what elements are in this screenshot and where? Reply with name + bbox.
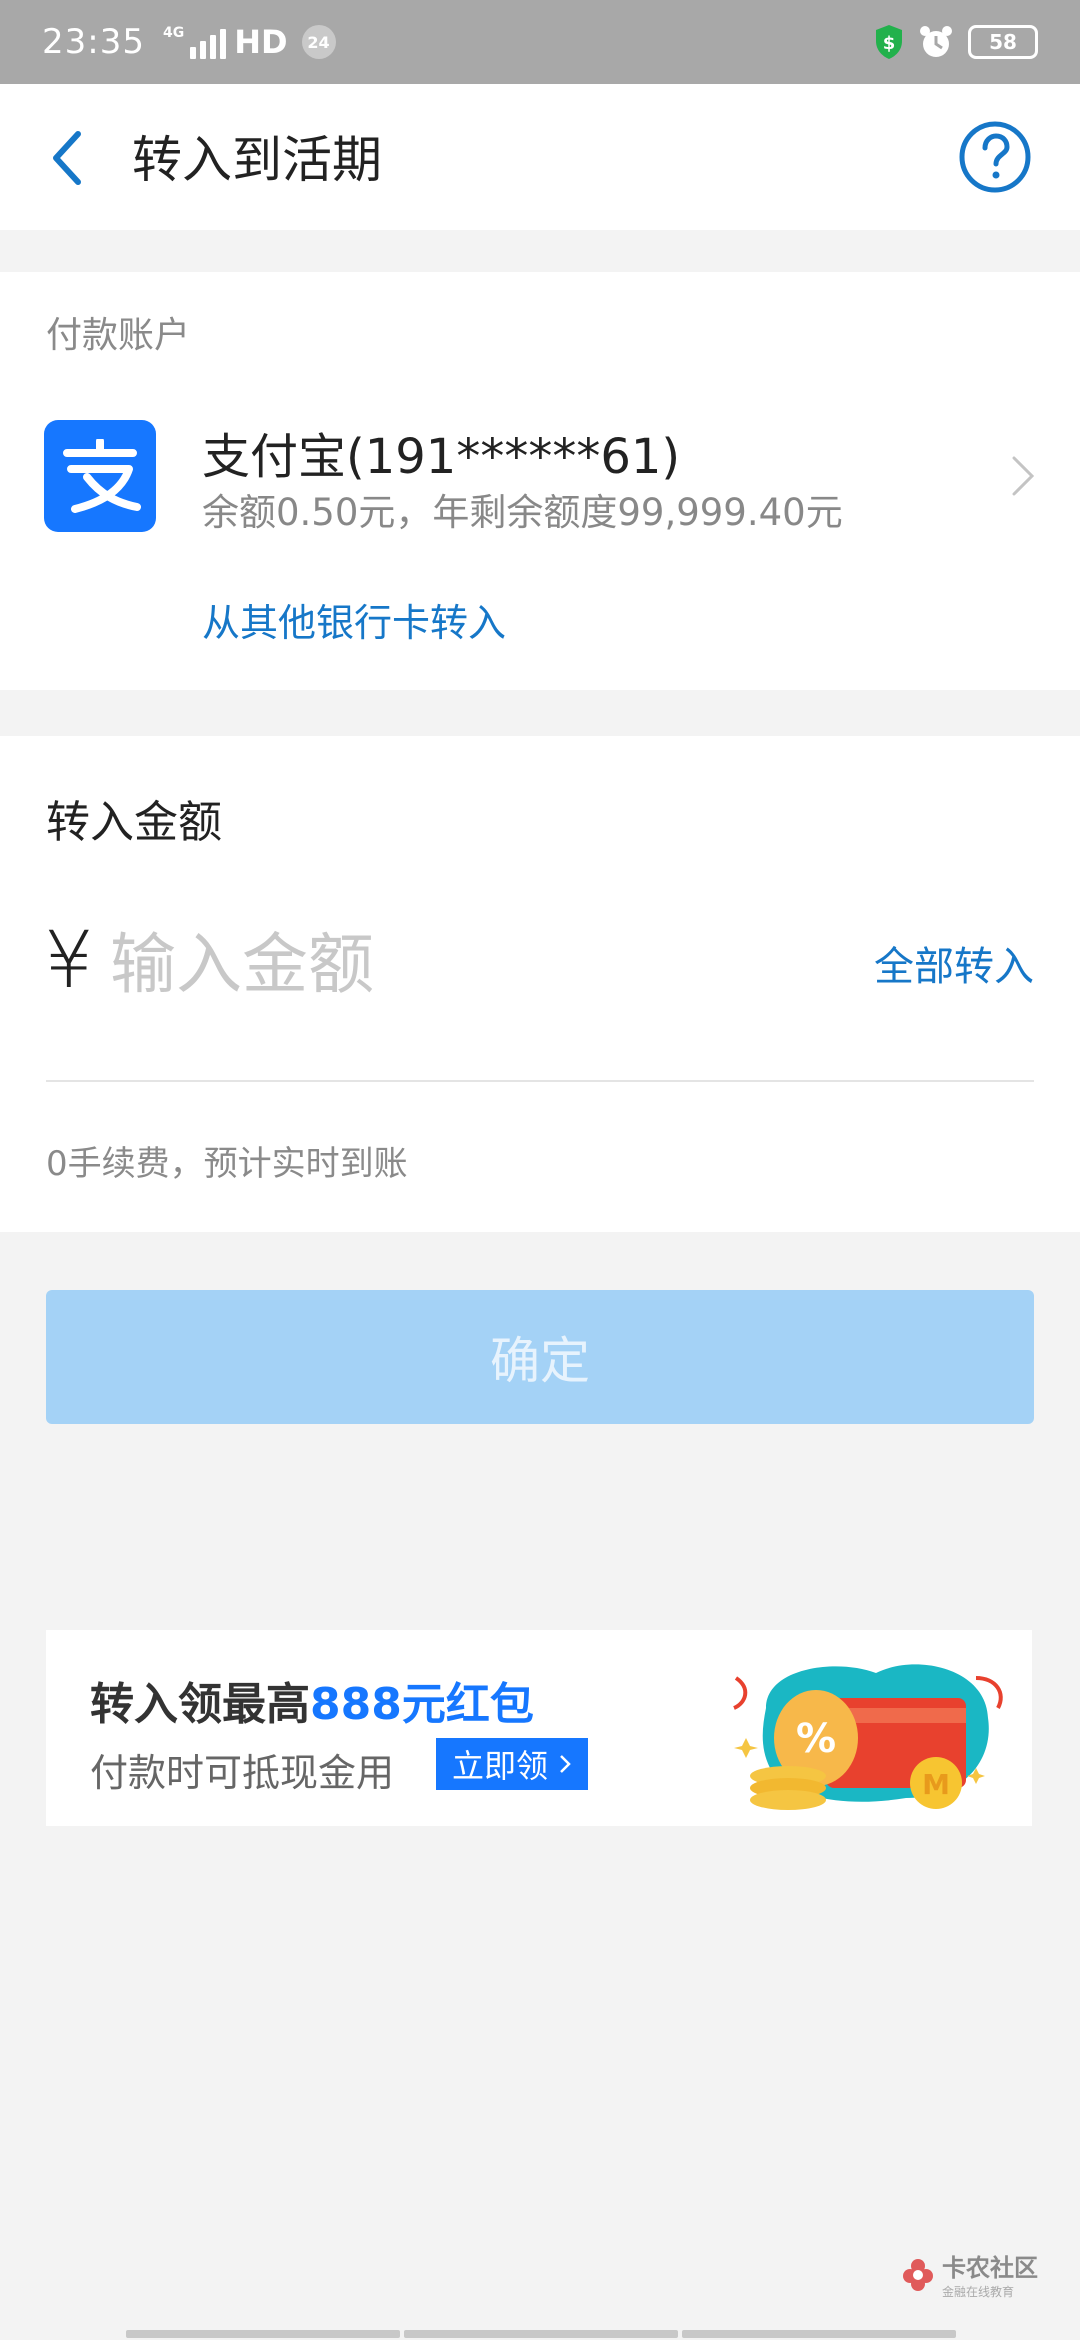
claim-now-button[interactable]: 立即领 <box>436 1738 589 1790</box>
page-title: 转入到活期 <box>132 131 382 189</box>
divider <box>46 1080 1034 1082</box>
chevron-left-icon[interactable] <box>44 128 94 188</box>
transfer-all-link[interactable]: 全部转入 <box>874 934 1034 992</box>
status-bar: 23:35 4G HD 24 $ 58 <box>0 0 1080 84</box>
amount-input[interactable] <box>110 918 810 1010</box>
nav-bar: 转入到活期 <box>0 84 1080 230</box>
svg-text:$: $ <box>883 33 896 54</box>
fee-note: 0手续费，预计实时到账 <box>46 1144 408 1184</box>
notification-badge: 24 <box>301 25 336 59</box>
flower-logo-icon <box>903 2259 933 2291</box>
confirm-button[interactable]: 确定 <box>46 1290 1034 1424</box>
red-envelope-illustration-icon: % M <box>733 1664 1003 1810</box>
svg-text:%: % <box>796 1716 836 1762</box>
promo-title-highlight: 888元红包 <box>310 1679 534 1730</box>
gesture-bar <box>126 2330 956 2338</box>
alipay-logo-icon <box>44 420 156 532</box>
svg-text:M: M <box>922 1768 950 1801</box>
signal-icon: 4G <box>162 25 227 59</box>
watermark-sub: 金融在线教育 <box>942 2285 1015 2299</box>
account-balance: 余额0.50元，年剩余额度99,999.40元 <box>202 491 843 534</box>
amount-label: 转入金额 <box>46 797 222 848</box>
section-label: 付款账户 <box>46 315 191 356</box>
payment-account-card: 付款账户 支付宝(191******61) 余额0.50元，年剩余额度99,99… <box>0 272 1080 690</box>
account-name[interactable]: 支付宝(191******61) <box>202 417 680 487</box>
currency-symbol: ¥ <box>44 916 94 1006</box>
promo-title: 转入领最高888元红包 <box>90 1668 534 1732</box>
battery-icon: 58 <box>968 25 1038 59</box>
status-time: 23:35 <box>42 22 145 62</box>
claim-now-label: 立即领 <box>452 1747 549 1785</box>
transfer-from-other-bank-link[interactable]: 从其他银行卡转入 <box>202 592 506 647</box>
shield-icon: $ <box>876 25 902 59</box>
chevron-right-icon <box>560 1755 571 1773</box>
network-type: 4G <box>162 25 185 41</box>
promo-subtitle: 付款时可抵现金用 <box>90 1751 395 1795</box>
alarm-icon <box>920 26 952 57</box>
hd-indicator: HD <box>234 23 288 61</box>
promo-title-prefix: 转入领最高 <box>90 1679 310 1730</box>
transfer-amount-card: 转入金额 ¥ 全部转入 0手续费，预计实时到账 <box>0 736 1080 1232</box>
watermark-main: 卡农社区 <box>942 2254 1038 2282</box>
chevron-right-icon[interactable] <box>1010 454 1036 498</box>
watermark-logo: 卡农社区 金融在线教育 <box>900 2248 1038 2300</box>
question-circle-icon[interactable] <box>958 120 1032 194</box>
promo-banner[interactable]: 转入领最高888元红包 付款时可抵现金用 立即领 % M <box>46 1630 1032 1826</box>
